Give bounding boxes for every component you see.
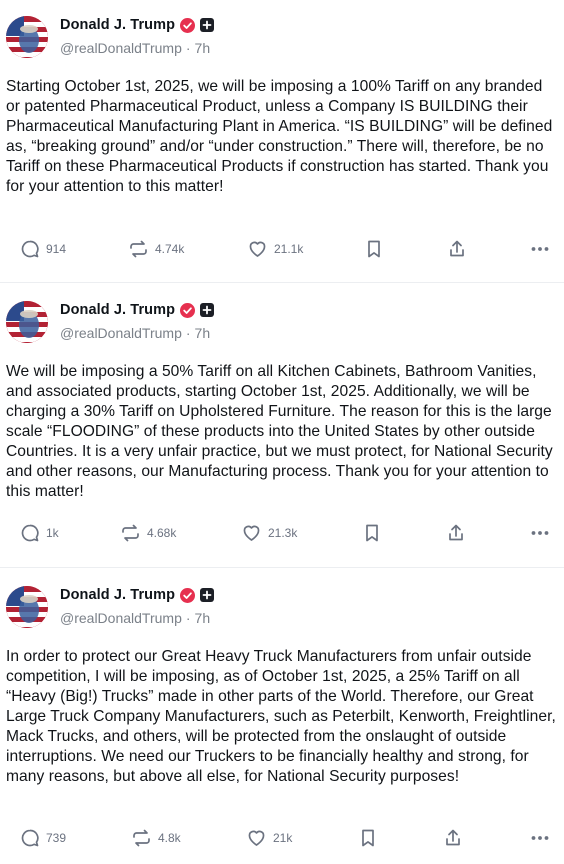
post-timestamp[interactable]: 7h bbox=[195, 325, 211, 341]
more-options-button[interactable] bbox=[530, 521, 550, 545]
bookmark-icon bbox=[366, 524, 378, 542]
handle-row: @realDonaldTrump · 7h bbox=[60, 40, 210, 56]
retruth-button[interactable]: 4.8k bbox=[131, 826, 181, 850]
heart-icon bbox=[248, 830, 265, 846]
like-count: 21.1k bbox=[274, 242, 304, 256]
bookmark-button[interactable] bbox=[360, 826, 376, 850]
plus-badge-icon bbox=[200, 18, 215, 32]
heart-icon bbox=[249, 241, 266, 257]
more-dots-icon bbox=[531, 247, 549, 251]
author-handle[interactable]: @realDonaldTrump bbox=[60, 40, 182, 56]
share-button[interactable] bbox=[447, 237, 467, 261]
share-icon bbox=[449, 524, 463, 541]
more-options-button[interactable] bbox=[530, 826, 550, 850]
author-name[interactable]: Donald J. Trump bbox=[60, 587, 175, 603]
action-bar: 914 4.74k 21.1k bbox=[0, 237, 564, 261]
post-divider bbox=[0, 567, 564, 568]
reply-button[interactable]: 1k bbox=[20, 521, 59, 545]
retruth-icon bbox=[122, 524, 139, 542]
retruth-count: 4.8k bbox=[158, 831, 181, 845]
retruth-count: 4.68k bbox=[147, 526, 177, 540]
author-row: Donald J. Trump bbox=[60, 16, 215, 34]
more-dots-icon bbox=[531, 531, 549, 535]
author-handle[interactable]: @realDonaldTrump bbox=[60, 610, 182, 626]
verified-badge-icon bbox=[180, 587, 196, 603]
more-options-button[interactable] bbox=[530, 237, 550, 261]
verified-badge-icon bbox=[180, 302, 196, 318]
separator-dot: · bbox=[185, 325, 191, 341]
post-timestamp[interactable]: 7h bbox=[195, 40, 211, 56]
plus-badge-icon bbox=[200, 303, 215, 317]
author-name[interactable]: Donald J. Trump bbox=[60, 17, 175, 33]
reply-icon bbox=[21, 829, 39, 847]
author-row: Donald J. Trump bbox=[60, 301, 215, 319]
separator-dot: · bbox=[185, 610, 191, 626]
handle-row: @realDonaldTrump · 7h bbox=[60, 610, 210, 626]
separator-dot: · bbox=[185, 40, 191, 56]
share-button[interactable] bbox=[443, 826, 463, 850]
retruth-icon bbox=[133, 829, 150, 847]
plus-badge-icon bbox=[200, 588, 215, 602]
reply-button[interactable]: 739 bbox=[20, 826, 66, 850]
handle-row: @realDonaldTrump · 7h bbox=[60, 325, 210, 341]
share-icon bbox=[446, 829, 460, 846]
bookmark-icon bbox=[362, 829, 374, 847]
retruth-count: 4.74k bbox=[155, 242, 185, 256]
bookmark-button[interactable] bbox=[366, 237, 382, 261]
like-button[interactable]: 21.3k bbox=[241, 521, 297, 545]
reply-icon bbox=[21, 240, 39, 258]
post-divider bbox=[0, 282, 564, 283]
avatar-image bbox=[6, 586, 48, 628]
author-row: Donald J. Trump bbox=[60, 586, 215, 604]
post-timestamp[interactable]: 7h bbox=[195, 610, 211, 626]
like-count: 21k bbox=[273, 831, 293, 845]
reply-icon bbox=[21, 524, 39, 542]
avatar[interactable] bbox=[6, 586, 48, 628]
retruth-icon bbox=[130, 240, 147, 258]
avatar-image bbox=[6, 16, 48, 58]
reply-button[interactable]: 914 bbox=[20, 237, 66, 261]
bookmark-button[interactable] bbox=[364, 521, 380, 545]
bookmark-icon bbox=[368, 240, 380, 258]
reply-count: 1k bbox=[46, 526, 59, 540]
like-button[interactable]: 21.1k bbox=[247, 237, 303, 261]
post-text: Starting October 1st, 2025, we will be i… bbox=[6, 78, 557, 195]
reply-count: 914 bbox=[46, 242, 67, 256]
action-bar: 1k 4.68k 21.3k bbox=[0, 521, 564, 545]
share-button[interactable] bbox=[446, 521, 466, 545]
author-handle[interactable]: @realDonaldTrump bbox=[60, 325, 182, 341]
like-button[interactable]: 21k bbox=[246, 826, 292, 850]
retruth-button[interactable]: 4.68k bbox=[120, 521, 176, 545]
reply-count: 739 bbox=[46, 831, 67, 845]
avatar[interactable] bbox=[6, 16, 48, 58]
more-dots-icon bbox=[531, 836, 549, 840]
post-text: We will be imposing a 50% Tariff on all … bbox=[6, 363, 558, 500]
avatar[interactable] bbox=[6, 301, 48, 343]
share-icon bbox=[450, 240, 464, 257]
action-bar: 739 4.8k 21k bbox=[0, 826, 564, 850]
post-text: In order to protect our Great Heavy Truc… bbox=[6, 648, 561, 785]
like-count: 21.3k bbox=[268, 526, 298, 540]
retruth-button[interactable]: 4.74k bbox=[128, 237, 184, 261]
post-card[interactable]: Donald J. Trump @realDonaldTrump · 7h St… bbox=[0, 0, 564, 282]
verified-badge-icon bbox=[180, 17, 196, 33]
post-card[interactable]: Donald J. Trump @realDonaldTrump · 7h We… bbox=[0, 285, 564, 567]
heart-icon bbox=[243, 525, 260, 541]
author-name[interactable]: Donald J. Trump bbox=[60, 302, 175, 318]
post-card[interactable]: Donald J. Trump @realDonaldTrump · 7h In… bbox=[0, 570, 564, 864]
avatar-image bbox=[6, 301, 48, 343]
